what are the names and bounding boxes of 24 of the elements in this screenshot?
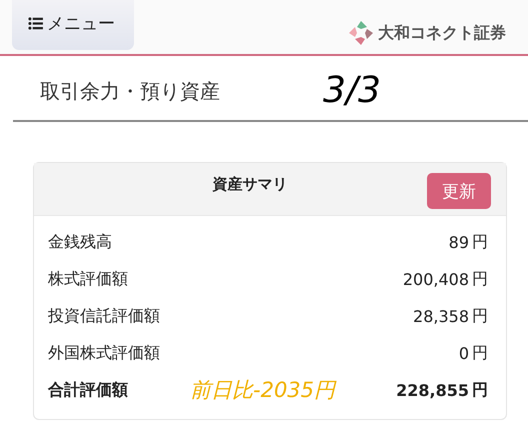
row-label: 外国株式評価額	[48, 343, 160, 364]
amount-value: 228,855	[396, 381, 469, 400]
row-label: 合計評価額	[48, 380, 128, 401]
logo-text: 大和コネクト証券	[378, 22, 506, 44]
amount-value: 89	[448, 233, 469, 252]
page-title: 取引余力・預り資産	[40, 78, 220, 104]
amount-value: 200,408	[402, 270, 469, 289]
amount-value: 28,358	[413, 307, 469, 326]
handwritten-note: 前日比-2035円	[190, 377, 336, 404]
list-icon	[28, 16, 43, 30]
menu-button[interactable]: メニュー	[12, 0, 134, 50]
currency-unit: 円	[472, 380, 488, 401]
currency-unit: 円	[472, 232, 488, 253]
card-title: 資産サマリ	[212, 174, 288, 194]
row-label: 投資信託評価額	[48, 306, 160, 327]
currency-unit: 円	[472, 306, 488, 327]
amount-value: 0	[458, 344, 469, 363]
logo-icon	[348, 20, 374, 46]
row-label: 金銭残高	[48, 232, 112, 253]
refresh-button[interactable]: 更新	[427, 173, 491, 209]
currency-unit: 円	[472, 343, 488, 364]
currency-unit: 円	[472, 269, 488, 290]
row-label: 株式評価額	[48, 269, 128, 290]
handwritten-note: 3/3	[323, 70, 381, 111]
